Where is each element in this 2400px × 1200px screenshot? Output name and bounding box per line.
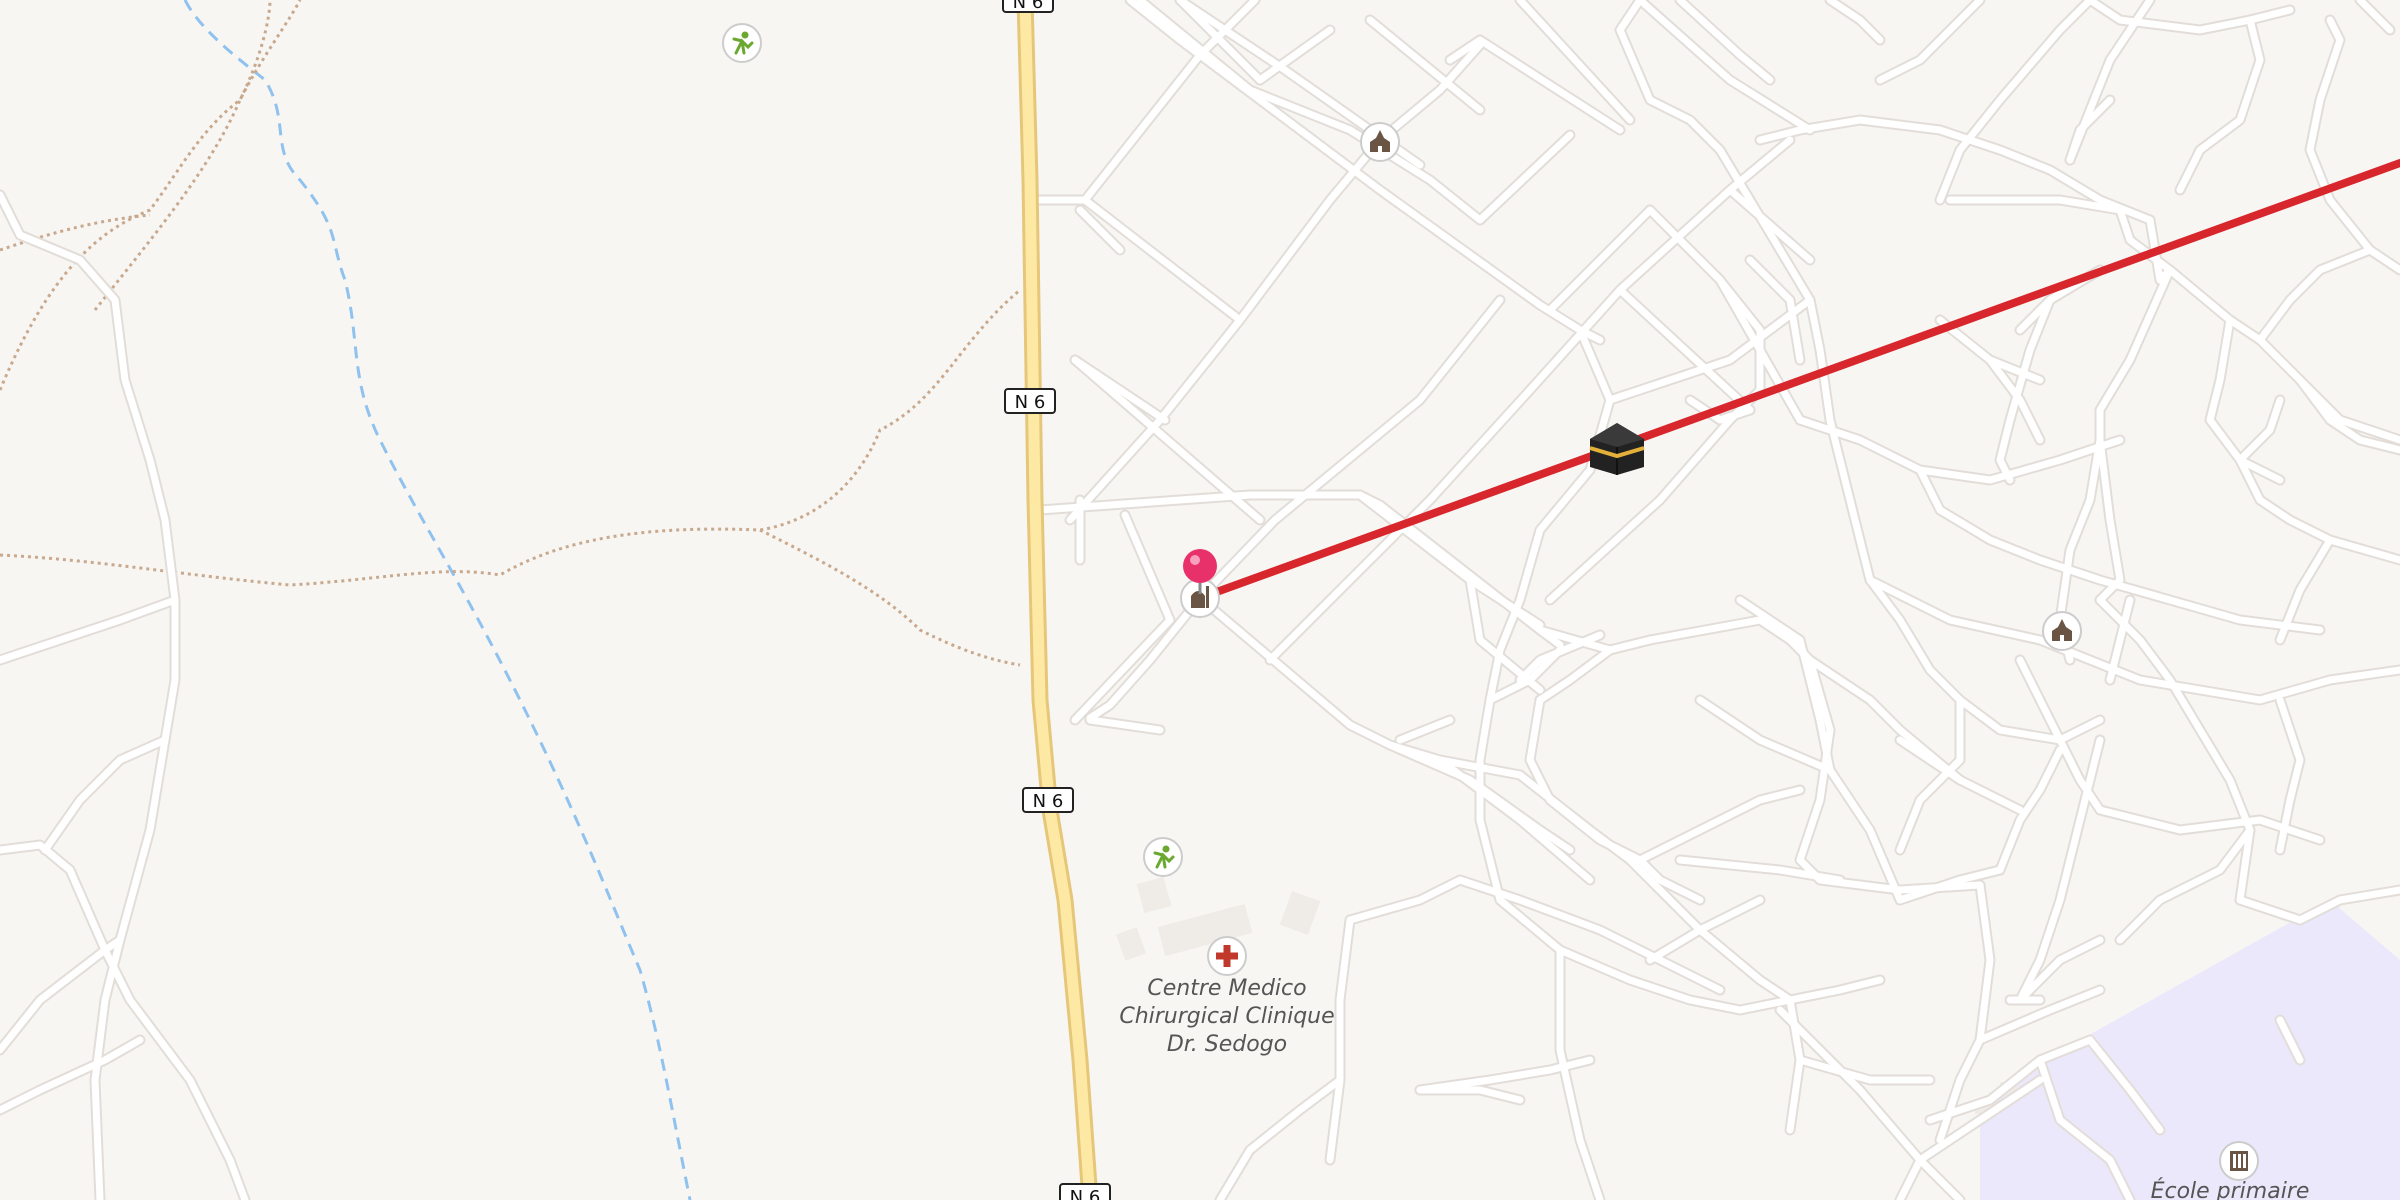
school-icon[interactable] (2219, 1141, 2259, 1181)
sports-icon[interactable] (722, 23, 762, 63)
clinic-label-line1: Centre Medico (1147, 976, 1306, 1001)
clinic-label-line2: Chirurgical Clinique (1119, 1004, 1334, 1029)
road-shield-n6-upper: N 6 (1004, 388, 1056, 414)
place-of-worship-icon[interactable] (2042, 611, 2082, 651)
clinic-label-line3: Dr. Sedogo (1167, 1032, 1287, 1057)
svg-text:N 6: N 6 (1070, 1187, 1101, 1200)
road-shield-n6-top: N 6 (1002, 0, 1054, 13)
sports-icon[interactable] (1143, 837, 1183, 877)
svg-text:N 6: N 6 (1013, 0, 1044, 13)
svg-text:N 6: N 6 (1033, 791, 1064, 812)
place-of-worship-icon[interactable] (1360, 122, 1400, 162)
road-shield-n6-middle: N 6 (1022, 787, 1074, 813)
map-canvas[interactable]: N 6 N 6 N 6 N 6 Centre Medico Chirurgica… (0, 0, 2400, 1200)
svg-text:N 6: N 6 (1015, 392, 1046, 413)
hospital-icon[interactable] (1207, 936, 1247, 976)
road-shield-n6-bottom: N 6 (1059, 1183, 1111, 1200)
school-label: École primaire (2151, 1178, 2310, 1200)
